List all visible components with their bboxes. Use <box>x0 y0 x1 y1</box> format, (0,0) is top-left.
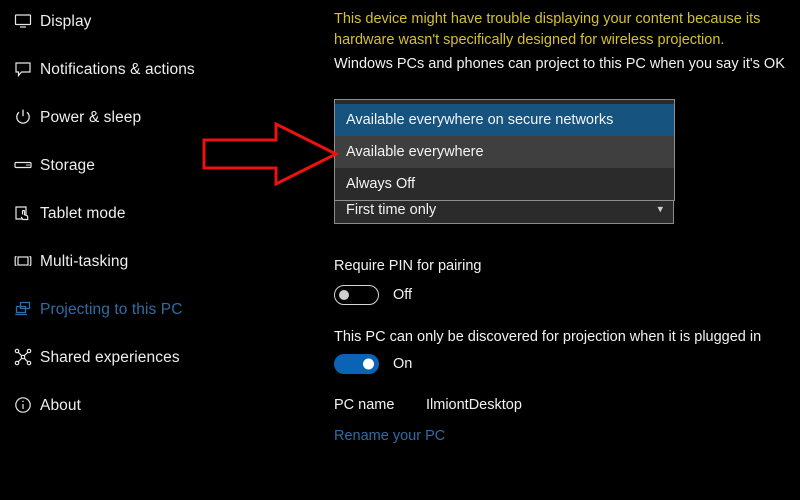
power-icon <box>6 102 40 132</box>
chevron-down-icon: ▾ <box>657 203 663 216</box>
availability-dropdown-list[interactable]: Available everywhere on secure networks … <box>334 99 675 201</box>
require-pin-label: Require PIN for pairing <box>334 258 482 274</box>
sidebar-item-label: About <box>40 396 82 414</box>
require-pin-state: Off <box>393 287 413 303</box>
multitask-icon <box>6 246 40 276</box>
toggle-knob <box>339 290 349 300</box>
plugged-in-discovery-state: On <box>393 356 413 372</box>
sidebar-item-display[interactable]: Display <box>0 3 330 39</box>
dropdown-option-available-everywhere-on-secure-networks[interactable]: Available everywhere on secure networks <box>335 104 674 136</box>
shared-nodes-icon <box>6 342 40 372</box>
plugged-in-discovery-label: This PC can only be discovered for proje… <box>334 329 762 345</box>
sidebar-item-label: Notifications & actions <box>40 60 195 78</box>
dropdown-option-label: Available everywhere on secure networks <box>346 112 614 128</box>
pc-name-label: PC name <box>334 397 395 413</box>
drive-icon <box>6 150 40 180</box>
rename-your-pc-link[interactable]: Rename your PC <box>334 428 445 444</box>
require-pin-toggle-row: Off <box>334 285 412 305</box>
sidebar-item-projecting-to-this-pc[interactable]: Projecting to this PC <box>0 291 330 327</box>
monitor-icon <box>6 6 40 36</box>
red-right-arrow <box>202 121 340 187</box>
require-pin-toggle[interactable] <box>334 285 379 305</box>
sidebar-item-multi-tasking[interactable]: Multi-tasking <box>0 243 330 279</box>
sidebar-item-tablet-mode[interactable]: Tablet mode <box>0 195 330 231</box>
plugged-in-discovery-toggle-row: On <box>334 354 412 374</box>
settings-window: Display Notifications & actions Power & … <box>0 0 800 500</box>
dropdown-option-available-everywhere[interactable]: Available everywhere <box>335 136 674 168</box>
plugged-in-discovery-toggle[interactable] <box>334 354 379 374</box>
sidebar-item-notifications[interactable]: Notifications & actions <box>0 51 330 87</box>
sidebar-item-label: Display <box>40 12 92 30</box>
hardware-warning-text: This device might have trouble displayin… <box>334 11 761 48</box>
toggle-knob <box>363 358 374 370</box>
sidebar-item-label: Tablet mode <box>40 204 126 222</box>
speech-bubble-icon <box>6 54 40 84</box>
sidebar-item-shared-experiences[interactable]: Shared experiences <box>0 339 330 375</box>
sidebar-item-label: Multi-tasking <box>40 252 129 270</box>
sidebar-item-label: Projecting to this PC <box>40 300 183 318</box>
combobox-value: First time only <box>346 202 437 218</box>
pc-name-row: PC name IlmiontDesktop <box>334 397 522 413</box>
sidebar-item-label: Shared experiences <box>40 348 180 366</box>
dropdown-option-label: Available everywhere <box>346 144 484 160</box>
sidebar-item-label: Power & sleep <box>40 108 142 126</box>
projection-description-text: Windows PCs and phones can project to th… <box>334 56 785 72</box>
settings-sidebar: Display Notifications & actions Power & … <box>0 0 330 500</box>
dropdown-option-always-off[interactable]: Always Off <box>335 168 674 200</box>
sidebar-item-label: Storage <box>40 156 95 174</box>
projecting-settings-pane: This device might have trouble displayin… <box>330 0 800 500</box>
dropdown-option-label: Always Off <box>346 176 416 192</box>
tablet-hand-icon <box>6 198 40 228</box>
info-icon <box>6 390 40 420</box>
projecting-icon <box>6 294 40 324</box>
sidebar-item-about[interactable]: About <box>0 387 330 423</box>
pc-name-value: IlmiontDesktop <box>426 397 522 413</box>
